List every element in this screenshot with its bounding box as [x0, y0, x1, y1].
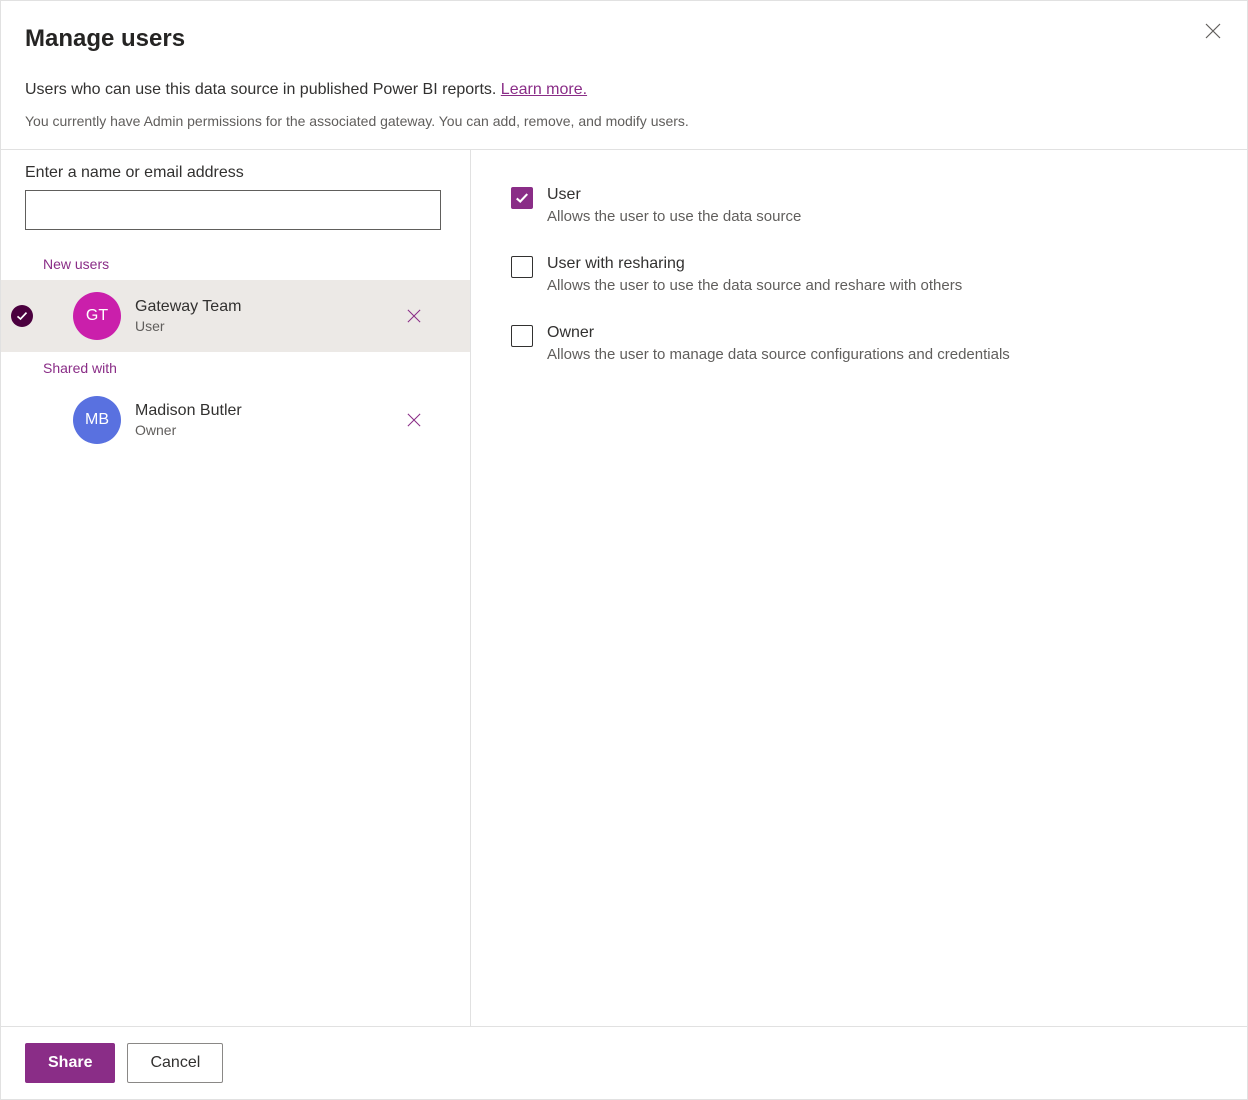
user-info: Gateway Team User — [135, 297, 384, 336]
checkbox[interactable] — [511, 256, 533, 278]
input-section: Enter a name or email address — [1, 150, 470, 248]
avatar-initials: GT — [86, 307, 108, 325]
permission-desc: Allows the user to use the data source — [547, 208, 801, 225]
name-input-label: Enter a name or email address — [25, 164, 446, 182]
new-users-label: New users — [1, 248, 470, 280]
checkbox[interactable] — [511, 325, 533, 347]
learn-more-link[interactable]: Learn more. — [501, 81, 587, 98]
user-role: User — [135, 317, 384, 335]
remove-user-button[interactable] — [398, 404, 430, 436]
checkbox[interactable] — [511, 187, 533, 209]
avatar-initials: MB — [85, 411, 109, 429]
close-icon — [407, 309, 421, 323]
close-icon — [1205, 23, 1221, 39]
check-icon — [515, 191, 529, 205]
user-row[interactable]: MB Madison Butler Owner — [1, 384, 470, 456]
share-button[interactable]: Share — [25, 1043, 115, 1083]
dialog-footer: Share Cancel — [1, 1026, 1247, 1099]
permission-desc: Allows the user to use the data source a… — [547, 277, 962, 294]
close-icon — [407, 413, 421, 427]
avatar: MB — [73, 396, 121, 444]
dialog-subdescription: You currently have Admin permissions for… — [25, 113, 1223, 129]
permission-owner[interactable]: Owner Allows the user to manage data sou… — [511, 324, 1207, 363]
close-button[interactable] — [1197, 15, 1229, 47]
dialog-description: Users who can use this data source in pu… — [25, 81, 1223, 99]
user-row[interactable]: GT Gateway Team User — [1, 280, 470, 352]
permission-desc: Allows the user to manage data source co… — [547, 346, 1010, 363]
user-role: Owner — [135, 421, 384, 439]
dialog-title: Manage users — [25, 25, 1223, 53]
selected-badge — [11, 305, 33, 327]
avatar: GT — [73, 292, 121, 340]
user-info: Madison Butler Owner — [135, 401, 384, 440]
user-name: Gateway Team — [135, 297, 384, 318]
permission-text: Owner Allows the user to manage data sou… — [547, 324, 1010, 363]
users-pane: Enter a name or email address New users … — [1, 150, 471, 1026]
permission-text: User with resharing Allows the user to u… — [547, 255, 962, 294]
description-text: Users who can use this data source in pu… — [25, 81, 501, 98]
shared-with-label: Shared with — [1, 352, 470, 384]
permissions-pane: User Allows the user to use the data sou… — [471, 150, 1247, 1026]
permission-user[interactable]: User Allows the user to use the data sou… — [511, 186, 1207, 225]
user-name: Madison Butler — [135, 401, 384, 422]
permission-title: User with resharing — [547, 255, 962, 273]
remove-user-button[interactable] — [398, 300, 430, 332]
name-input[interactable] — [25, 190, 441, 230]
cancel-button[interactable]: Cancel — [127, 1043, 223, 1083]
permission-title: Owner — [547, 324, 1010, 342]
manage-users-dialog: Manage users Users who can use this data… — [0, 0, 1248, 1100]
permission-title: User — [547, 186, 801, 204]
check-icon — [16, 310, 28, 322]
dialog-body: Enter a name or email address New users … — [1, 150, 1247, 1026]
permission-text: User Allows the user to use the data sou… — [547, 186, 801, 225]
permission-user-resharing[interactable]: User with resharing Allows the user to u… — [511, 255, 1207, 294]
dialog-header: Manage users Users who can use this data… — [1, 1, 1247, 150]
